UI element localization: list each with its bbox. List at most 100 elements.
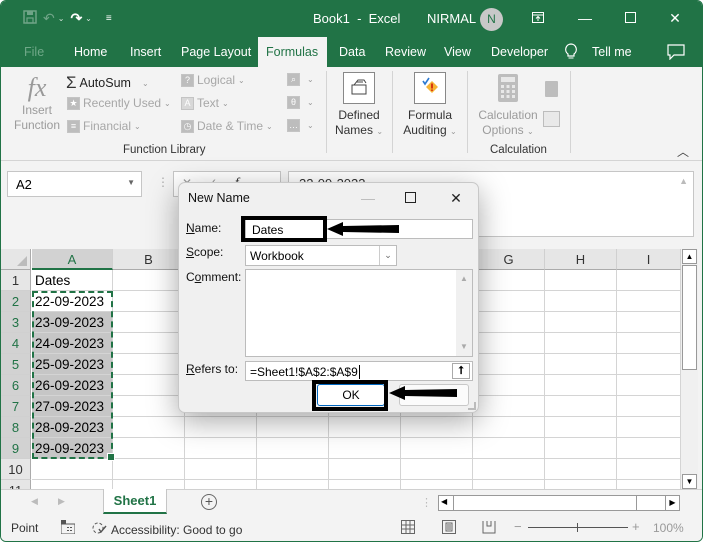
cell-b5[interactable] <box>113 354 185 375</box>
save-icon[interactable] <box>23 10 37 27</box>
scroll-up-icon[interactable]: ▲ <box>682 249 697 264</box>
zoom-slider[interactable] <box>528 523 628 532</box>
comment-scroll-down-icon[interactable]: ▼ <box>460 342 468 351</box>
calculate-now-icon[interactable] <box>545 81 558 97</box>
tab-developer[interactable]: Developer <box>483 37 556 67</box>
cell-h1[interactable] <box>545 270 617 291</box>
customize-qat-icon[interactable]: ≡ <box>106 13 112 24</box>
scope-select[interactable]: Workbook ⌄ <box>245 245 397 266</box>
cell-d9[interactable] <box>257 438 329 459</box>
cell-g8[interactable] <box>473 417 545 438</box>
text-button[interactable]: A Text ⌄ <box>181 96 229 110</box>
column-header-g[interactable]: G <box>473 249 545 270</box>
cell-b11[interactable] <box>113 480 185 489</box>
cell-a3[interactable]: 23-09-2023 <box>32 312 113 333</box>
add-sheet-icon[interactable]: + <box>201 494 217 510</box>
ribbon-display-options-icon[interactable] <box>526 7 550 29</box>
row-header-2[interactable]: 2 <box>1 291 31 312</box>
cell-h10[interactable] <box>545 459 617 480</box>
cell-b1[interactable] <box>113 270 185 291</box>
cell-i2[interactable] <box>617 291 681 312</box>
row-header-11[interactable]: 11 <box>1 480 31 489</box>
comment-scrollbar[interactable]: ▲ ▼ <box>456 270 472 356</box>
cell-i10[interactable] <box>617 459 681 480</box>
cell-d8[interactable] <box>257 417 329 438</box>
cell-h11[interactable] <box>545 480 617 489</box>
cell-b4[interactable] <box>113 333 185 354</box>
math-trig-button[interactable]: θ ⌄ <box>287 96 314 109</box>
tab-insert[interactable]: Insert <box>122 37 169 67</box>
cell-f8[interactable] <box>401 417 473 438</box>
cell-c9[interactable] <box>185 438 257 459</box>
cell-a4[interactable]: 24-09-2023 <box>32 333 113 354</box>
vertical-scrollbar[interactable]: ▲ ▼ <box>681 249 698 489</box>
cell-g2[interactable] <box>473 291 545 312</box>
vertical-scroll-thumb[interactable] <box>682 265 697 370</box>
cell-f11[interactable] <box>401 480 473 489</box>
comment-textarea[interactable]: ▲ ▼ <box>245 269 473 357</box>
tab-view[interactable]: View <box>436 37 479 67</box>
cell-a1[interactable]: Dates <box>32 270 113 291</box>
row-header-10[interactable]: 10 <box>1 459 31 480</box>
lookup-reference-button[interactable]: ⌕ ⌄ <box>287 73 314 86</box>
cell-g11[interactable] <box>473 480 545 489</box>
page-break-preview-icon[interactable] <box>482 520 496 534</box>
cell-h7[interactable] <box>545 396 617 417</box>
tab-home[interactable]: Home <box>66 37 115 67</box>
cell-i11[interactable] <box>617 480 681 489</box>
column-header-h[interactable]: H <box>545 249 617 270</box>
accessibility-status[interactable]: Accessibility: Good to go <box>91 521 242 538</box>
collapse-dialog-icon[interactable]: ⭡ <box>452 363 470 379</box>
lightbulb-icon[interactable] <box>564 43 578 61</box>
row-header-6[interactable]: 6 <box>1 375 31 396</box>
dialog-resize-grip[interactable] <box>468 402 476 410</box>
tab-review[interactable]: Review <box>377 37 434 67</box>
row-header-8[interactable]: 8 <box>1 417 31 438</box>
recently-used-button[interactable]: ★ Recently Used ⌄ <box>67 96 171 110</box>
undo-icon[interactable]: ↶ <box>43 10 55 27</box>
row-header-4[interactable]: 4 <box>1 333 31 354</box>
row-header-5[interactable]: 5 <box>1 354 31 375</box>
cell-b8[interactable] <box>113 417 185 438</box>
autosum-button[interactable]: Σ AutoSum ⌄ <box>66 73 149 93</box>
cell-e8[interactable] <box>329 417 401 438</box>
cell-i3[interactable] <box>617 312 681 333</box>
collapse-formula-bar-icon[interactable]: ▲ <box>679 176 688 186</box>
cell-a8[interactable]: 28-09-2023 <box>32 417 113 438</box>
redo-icon[interactable]: ↷ <box>70 10 82 27</box>
refers-to-input[interactable]: =Sheet1!$A$2:$A$9 ⭡ <box>245 361 473 381</box>
zoom-level[interactable]: 100% <box>653 521 684 535</box>
cell-h5[interactable] <box>545 354 617 375</box>
user-name[interactable]: NIRMAL <box>427 11 476 26</box>
column-header-i[interactable]: I <box>617 249 681 270</box>
logical-button[interactable]: ? Logical ⌄ <box>181 73 245 87</box>
cell-a9[interactable]: 29-09-2023 <box>32 438 113 459</box>
sheet-tab-sheet1[interactable]: Sheet1 <box>103 489 167 514</box>
cell-e11[interactable] <box>329 480 401 489</box>
cell-g1[interactable] <box>473 270 545 291</box>
cell-e10[interactable] <box>329 459 401 480</box>
tell-me-search[interactable]: Tell me <box>584 37 640 67</box>
zoom-out-icon[interactable]: − <box>514 519 522 534</box>
dialog-close-icon[interactable]: ✕ <box>443 187 469 209</box>
scope-dropdown-icon[interactable]: ⌄ <box>379 246 396 265</box>
cell-a6[interactable]: 26-09-2023 <box>32 375 113 396</box>
dialog-minimize-icon[interactable]: — <box>355 187 381 209</box>
cell-a5[interactable]: 25-09-2023 <box>32 354 113 375</box>
cell-i5[interactable] <box>617 354 681 375</box>
select-all-button[interactable] <box>1 249 31 270</box>
close-icon[interactable]: ✕ <box>663 7 687 29</box>
formula-auditing-button[interactable]: Formula Auditing ⌄ <box>399 72 461 139</box>
cell-h9[interactable] <box>545 438 617 459</box>
cell-g3[interactable] <box>473 312 545 333</box>
cell-a7[interactable]: 27-09-2023 <box>32 396 113 417</box>
cell-i1[interactable] <box>617 270 681 291</box>
cell-g4[interactable] <box>473 333 545 354</box>
cell-g10[interactable] <box>473 459 545 480</box>
cell-g9[interactable] <box>473 438 545 459</box>
row-header-7[interactable]: 7 <box>1 396 31 417</box>
row-header-9[interactable]: 9 <box>1 438 31 459</box>
name-box[interactable]: A2 ▼ <box>7 171 142 197</box>
financial-button[interactable]: ≡ Financial ⌄ <box>67 119 141 133</box>
maximize-icon[interactable] <box>618 7 642 29</box>
